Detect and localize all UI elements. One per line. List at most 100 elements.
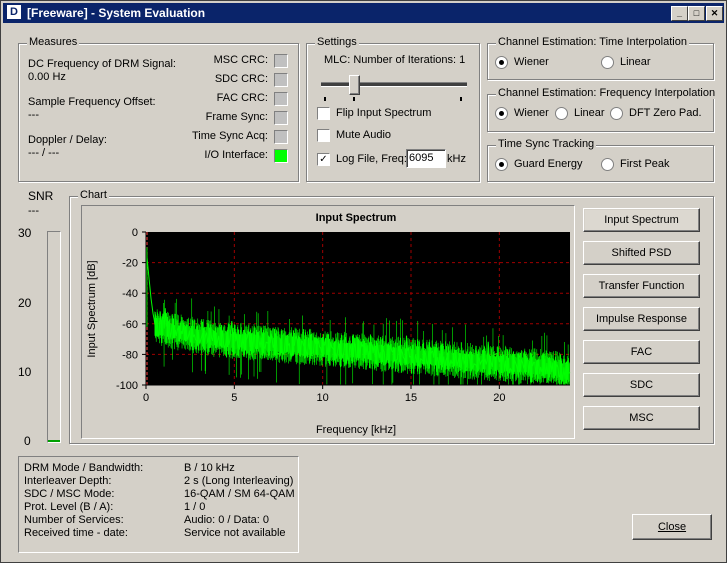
slider-tick xyxy=(353,97,355,101)
y-tick-label: -40 xyxy=(122,288,138,300)
time-interp-linear-label: Linear xyxy=(620,56,651,68)
time-sync-guard-energy-radio[interactable] xyxy=(495,158,508,171)
y-tick-label: -100 xyxy=(116,380,138,392)
chart-panel: Input Spectrum 0 -20 -40 -60 -80 -100 0 5 10 15 2… xyxy=(81,205,575,439)
y-tick-label: 0 xyxy=(132,227,138,239)
snr-bar-level xyxy=(48,440,60,442)
time-sync-tracking-group: Time Sync Tracking Guard Energy First Pe… xyxy=(487,138,714,182)
close-button[interactable]: Close xyxy=(632,514,712,540)
close-window-button[interactable]: ✕ xyxy=(706,6,723,21)
time-interpolation-group: Channel Estimation: Time Interpolation W… xyxy=(487,36,714,80)
system-evaluation-window: D [Freeware] - System Evaluation _ □ ✕ M… xyxy=(0,0,727,563)
mute-audio-label: Mute Audio xyxy=(336,129,392,141)
y-tick-label: -20 xyxy=(122,258,138,270)
x-tick-label: 0 xyxy=(143,392,149,404)
time-sync-first-peak-label: First Peak xyxy=(620,158,670,170)
mlc-slider-track[interactable] xyxy=(321,82,467,87)
x-tick-label: 15 xyxy=(405,392,417,404)
time-interp-wiener-radio[interactable] xyxy=(495,56,508,69)
log-freq-unit: kHz xyxy=(447,153,466,165)
info-label-received-time: Received time - date: xyxy=(24,527,128,539)
io-interface-label: I/O Interface: xyxy=(204,149,268,161)
flip-spectrum-checkbox[interactable] xyxy=(317,107,330,120)
snr-tick-0: 0 xyxy=(24,434,31,448)
info-value-drm-mode: B / 10 kHz xyxy=(184,462,235,474)
time-interp-wiener-label: Wiener xyxy=(514,56,549,68)
time-interpolation-title: Channel Estimation: Time Interpolation xyxy=(496,36,689,48)
info-panel: DRM Mode / Bandwidth: B / 10 kHz Interle… xyxy=(18,456,299,553)
io-interface-led xyxy=(274,149,288,163)
x-axis-label: Frequency [kHz] xyxy=(316,424,396,436)
snr-tick-30: 30 xyxy=(18,226,32,240)
measures-group: Measures DC Frequency of DRM Signal: 0.0… xyxy=(18,36,299,182)
x-axis-ticks: 0 5 10 15 20 xyxy=(143,384,570,404)
time-sync-tracking-title: Time Sync Tracking xyxy=(496,138,597,150)
log-file-label: Log File, Freq: xyxy=(336,153,407,165)
freq-interp-wiener-label: Wiener xyxy=(514,107,549,119)
mlc-slider-thumb[interactable] xyxy=(349,75,360,95)
info-label-sdc-msc-mode: SDC / MSC Mode: xyxy=(24,488,115,500)
freq-interp-dft-label: DFT Zero Pad. xyxy=(629,107,702,119)
time-interp-linear-radio[interactable] xyxy=(601,56,614,69)
dc-frequency-value: 0.00 Hz xyxy=(28,71,66,83)
info-value-services: Audio: 0 / Data: 0 xyxy=(184,514,269,526)
fac-button[interactable]: FAC xyxy=(583,340,700,364)
freq-interpolation-group: Channel Estimation: Frequency Interpolat… xyxy=(487,87,718,132)
flip-spectrum-label: Flip Input Spectrum xyxy=(336,107,432,119)
info-label-prot-level: Prot. Level (B / A): xyxy=(24,501,114,513)
shifted-psd-button[interactable]: Shifted PSD xyxy=(583,241,700,265)
snr-tick-10: 10 xyxy=(18,365,32,379)
fac-crc-label: FAC CRC: xyxy=(216,92,268,104)
maximize-button[interactable]: □ xyxy=(688,6,705,21)
input-spectrum-button[interactable]: Input Spectrum xyxy=(583,208,700,232)
chart-title: Input Spectrum xyxy=(316,212,397,224)
mlc-iterations-label: MLC: Number of Iterations: 1 xyxy=(324,54,466,66)
msc-crc-led xyxy=(274,54,288,68)
minimize-button[interactable]: _ xyxy=(671,6,688,21)
x-tick-label: 20 xyxy=(493,392,505,404)
slider-tick xyxy=(324,97,326,101)
window-title: [Freeware] - System Evaluation xyxy=(27,6,206,20)
chart-group-title: Chart xyxy=(78,189,109,201)
measures-title: Measures xyxy=(27,36,80,48)
info-value-sdc-msc-mode: 16-QAM / SM 64-QAM xyxy=(184,488,295,500)
snr-value: --- xyxy=(28,205,39,217)
mute-audio-checkbox[interactable] xyxy=(317,129,330,142)
doppler-delay-value: --- / --- xyxy=(28,147,60,159)
info-label-services: Number of Services: xyxy=(24,514,124,526)
frame-sync-label: Frame Sync: xyxy=(205,111,268,123)
sample-freq-offset-label: Sample Frequency Offset: xyxy=(28,96,156,108)
transfer-function-button[interactable]: Transfer Function xyxy=(583,274,700,298)
y-tick-label: -80 xyxy=(122,349,138,361)
info-value-received-time: Service not available xyxy=(184,527,286,539)
sdc-crc-label: SDC CRC: xyxy=(214,73,268,85)
sample-freq-offset-value: --- xyxy=(28,109,39,121)
settings-title: Settings xyxy=(315,36,359,48)
log-freq-input[interactable]: 6095 xyxy=(406,149,446,168)
freq-interp-dft-radio[interactable] xyxy=(610,107,623,120)
settings-group: Settings MLC: Number of Iterations: 1 Fl… xyxy=(306,36,480,182)
input-spectrum-chart: Input Spectrum 0 -20 -40 -60 -80 -100 0 5 10 15 2… xyxy=(86,212,571,436)
x-tick-label: 10 xyxy=(317,392,329,404)
sdc-button[interactable]: SDC xyxy=(583,373,700,397)
msc-crc-label: MSC CRC: xyxy=(213,54,268,66)
x-tick-label: 5 xyxy=(231,392,237,404)
doppler-delay-label: Doppler / Delay: xyxy=(28,134,107,146)
freq-interp-linear-radio[interactable] xyxy=(555,107,568,120)
y-axis-ticks: 0 -20 -40 -60 -80 -100 xyxy=(116,227,147,392)
dc-frequency-label: DC Frequency of DRM Signal: xyxy=(28,58,176,70)
y-tick-label: -60 xyxy=(122,319,138,331)
drm-app-icon[interactable]: D xyxy=(7,5,21,19)
freq-interp-wiener-radio[interactable] xyxy=(495,107,508,120)
sdc-crc-led xyxy=(274,73,288,87)
slider-tick xyxy=(460,97,462,101)
time-sync-first-peak-radio[interactable] xyxy=(601,158,614,171)
info-label-drm-mode: DRM Mode / Bandwidth: xyxy=(24,462,144,474)
time-sync-guard-energy-label: Guard Energy xyxy=(514,158,583,170)
impulse-response-button[interactable]: Impulse Response xyxy=(583,307,700,331)
info-value-prot-level: 1 / 0 xyxy=(184,501,206,513)
log-file-checkbox[interactable]: ✓ xyxy=(317,153,330,166)
frame-sync-led xyxy=(274,111,288,125)
msc-button[interactable]: MSC xyxy=(583,406,700,430)
title-bar[interactable]: D [Freeware] - System Evaluation _ □ ✕ xyxy=(3,3,724,23)
